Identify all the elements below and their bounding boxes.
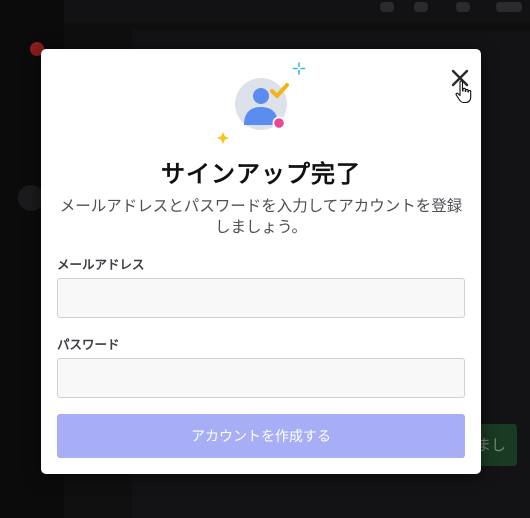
email-label: メールアドレス bbox=[57, 257, 145, 272]
background-toolbar-icon bbox=[380, 2, 394, 12]
background-toolbar-icon bbox=[414, 2, 428, 12]
signup-modal: サインアップ完了 メールアドレスとパスワードを入力してアカウントを登録しましょう… bbox=[41, 49, 481, 474]
password-field[interactable] bbox=[57, 358, 465, 398]
sparkle-icon bbox=[217, 132, 229, 144]
email-field[interactable] bbox=[57, 278, 465, 318]
sparkle-icon bbox=[292, 62, 306, 75]
status-dot bbox=[274, 118, 284, 128]
password-label: パスワード bbox=[57, 337, 120, 352]
hand-pointer-icon bbox=[455, 80, 472, 104]
background-topbar bbox=[64, 0, 530, 22]
background-toolbar-icon bbox=[496, 2, 522, 12]
signup-complete-illustration bbox=[217, 62, 306, 144]
background-toolbar-icon bbox=[456, 2, 470, 12]
modal-title: サインアップ完了 bbox=[161, 160, 361, 188]
modal-subtitle: メールアドレスとパスワードを入力してアカウントを登録しましょう。 bbox=[59, 197, 463, 236]
create-account-button[interactable]: アカウントを作成する bbox=[57, 414, 465, 458]
